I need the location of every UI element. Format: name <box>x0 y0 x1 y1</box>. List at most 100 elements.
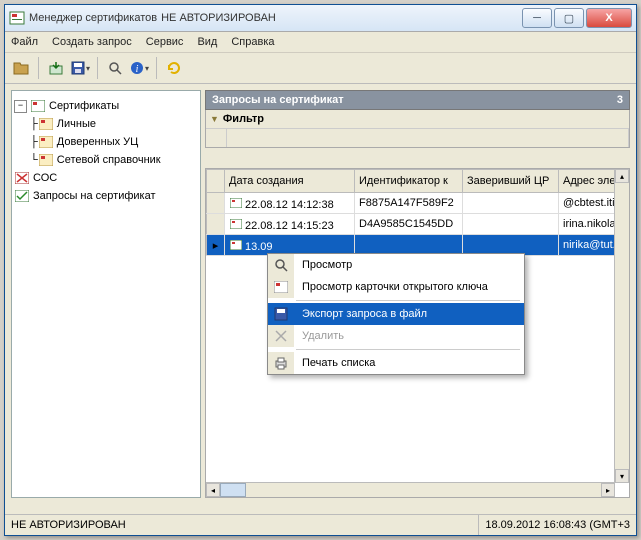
row-marker <box>207 193 225 214</box>
toolbar-save-icon[interactable]: ▾ <box>70 58 90 78</box>
toolbar-info-icon[interactable]: i▾ <box>129 58 149 78</box>
window-title: Менеджер сертификатов <box>29 12 157 24</box>
tree-panel[interactable]: − Сертификаты ├ Личные ├ Доверенных УЦ └… <box>11 90 201 498</box>
status-left: НЕ АВТОРИЗИРОВАН <box>5 515 479 535</box>
filter-fields[interactable] <box>206 128 629 147</box>
ctx-print-list[interactable]: Печать списка <box>268 352 524 374</box>
crl-icon <box>14 171 30 185</box>
close-button[interactable]: X <box>586 8 632 28</box>
folder-icon <box>38 117 54 131</box>
cell-date: 22.08.12 14:15:23 <box>245 220 334 232</box>
scroll-down-button[interactable]: ▾ <box>615 469 629 483</box>
folder-icon <box>38 135 54 149</box>
menu-file[interactable]: Файл <box>11 36 38 48</box>
ctx-separator <box>296 300 520 301</box>
content-title: Запросы на сертификат <box>212 94 344 106</box>
app-icon <box>9 10 25 26</box>
cell-ca <box>463 193 559 214</box>
toolbar-refresh-icon[interactable] <box>164 58 184 78</box>
title-bar: Менеджер сертификатов НЕ АВТОРИЗИРОВАН ─… <box>5 5 636 32</box>
delete-icon <box>275 330 287 342</box>
scroll-track[interactable] <box>615 183 629 469</box>
row-marker-current: ▸ <box>207 235 225 256</box>
tree-node-personal[interactable]: ├ Личные <box>14 115 198 133</box>
ctx-export-request[interactable]: Экспорт запроса в файл <box>268 303 524 325</box>
menu-service[interactable]: Сервис <box>146 36 184 48</box>
cell-ca <box>463 214 559 235</box>
minimize-button[interactable]: ─ <box>522 8 552 28</box>
folder-icon <box>38 153 54 167</box>
ctx-label: Печать списка <box>294 357 524 369</box>
tree-label: Сертификаты <box>49 100 119 112</box>
request-icon <box>229 217 243 231</box>
save-icon <box>274 307 288 321</box>
table-row[interactable]: 22.08.12 14:15:23 D4A9585C1545DD irina.n… <box>207 214 629 235</box>
ctx-view[interactable]: Просмотр <box>268 254 524 276</box>
grid-header-row: Дата создания Идентификатор к Заверивший… <box>207 170 629 193</box>
toolbar-separator <box>38 57 39 79</box>
col-ca[interactable]: Заверивший ЦР <box>463 170 559 193</box>
tree-node-crl[interactable]: СОС <box>14 169 198 187</box>
tree-node-requests[interactable]: Запросы на сертификат <box>14 187 198 205</box>
context-menu: Просмотр Просмотр карточки открытого клю… <box>267 253 525 375</box>
maximize-button[interactable]: ▢ <box>554 8 584 28</box>
cell-id: D4A9585C1545DD <box>355 214 463 235</box>
content-header: Запросы на сертификат 3 <box>205 90 630 110</box>
toolbar-separator <box>156 57 157 79</box>
window-title-suffix: НЕ АВТОРИЗИРОВАН <box>161 12 276 24</box>
col-id[interactable]: Идентификатор к <box>355 170 463 193</box>
horizontal-scrollbar[interactable]: ◂ ▸ <box>206 482 615 497</box>
print-icon <box>274 356 288 370</box>
app-window: Менеджер сертификатов НЕ АВТОРИЗИРОВАН ─… <box>4 4 637 536</box>
toolbar-separator <box>97 57 98 79</box>
menu-bar: Файл Создать запрос Сервис Вид Справка <box>5 32 636 53</box>
tree-collapse-icon[interactable]: − <box>14 100 27 113</box>
tree-label: Запросы на сертификат <box>33 190 156 202</box>
ctx-label: Экспорт запроса в файл <box>294 308 524 320</box>
cell-date: 22.08.12 14:12:38 <box>245 199 334 211</box>
card-icon <box>274 281 288 293</box>
tree-label: Сетевой справочник <box>57 154 161 166</box>
tree-label: Личные <box>57 118 96 130</box>
scroll-right-button[interactable]: ▸ <box>601 483 615 497</box>
scroll-thumb[interactable] <box>220 483 246 497</box>
view-icon <box>274 258 288 272</box>
toolbar-book-icon[interactable] <box>11 58 31 78</box>
ctx-label: Просмотр <box>294 259 524 271</box>
status-right: 18.09.2012 16:08:43 (GMT+3 <box>479 515 636 535</box>
grid-table: Дата создания Идентификатор к Заверивший… <box>206 169 629 256</box>
tree-label: Доверенных УЦ <box>57 136 139 148</box>
menu-view[interactable]: Вид <box>197 36 217 48</box>
toolbar: ▾ i▾ <box>5 53 636 84</box>
scroll-track[interactable] <box>220 483 601 497</box>
request-icon <box>229 238 243 252</box>
window-controls: ─ ▢ X <box>522 8 632 28</box>
toolbar-import-icon[interactable] <box>46 58 66 78</box>
filter-label: Фильтр <box>223 113 264 125</box>
tree-node-network-directory[interactable]: └ Сетевой справочник <box>14 151 198 169</box>
toolbar-search-icon[interactable] <box>105 58 125 78</box>
col-selector[interactable] <box>207 170 225 193</box>
scroll-up-button[interactable]: ▴ <box>615 169 629 183</box>
status-bar: НЕ АВТОРИЗИРОВАН 18.09.2012 16:08:43 (GM… <box>5 514 636 535</box>
tree-node-trusted-ca[interactable]: ├ Доверенных УЦ <box>14 133 198 151</box>
certificate-icon <box>30 99 46 113</box>
content-count: 3 <box>617 94 623 106</box>
scroll-left-button[interactable]: ◂ <box>206 483 220 497</box>
filter-arrow-icon[interactable]: ▼ <box>210 114 219 124</box>
vertical-scrollbar[interactable]: ▴ ▾ <box>614 169 629 483</box>
cell-date: 13.09 <box>245 241 273 253</box>
ctx-label: Удалить <box>294 330 524 342</box>
ctx-view-key-card[interactable]: Просмотр карточки открытого ключа <box>268 276 524 298</box>
request-icon <box>14 189 30 203</box>
menu-create-request[interactable]: Создать запрос <box>52 36 132 48</box>
row-marker <box>207 214 225 235</box>
filter-panel[interactable]: ▼ Фильтр <box>205 110 630 148</box>
table-row[interactable]: 22.08.12 14:12:38 F8875A147F589F2 @cbtes… <box>207 193 629 214</box>
ctx-separator <box>296 349 520 350</box>
tree-root-certificates[interactable]: − Сертификаты <box>14 97 198 115</box>
col-date[interactable]: Дата создания <box>225 170 355 193</box>
svg-text:i: i <box>136 64 139 75</box>
menu-help[interactable]: Справка <box>231 36 274 48</box>
request-icon <box>229 196 243 210</box>
